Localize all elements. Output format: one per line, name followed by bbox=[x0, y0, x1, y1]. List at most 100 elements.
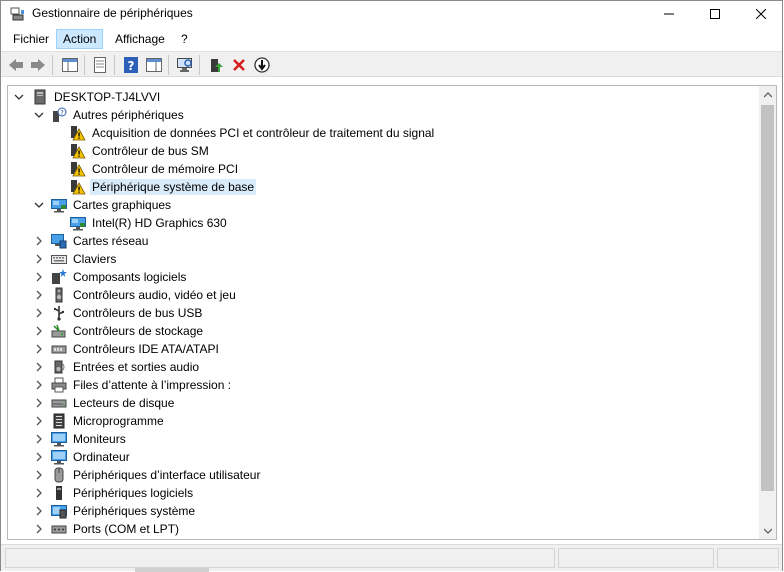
update-driver-button[interactable] bbox=[206, 55, 226, 75]
tree-item[interactable]: Composants logiciels bbox=[36, 268, 188, 286]
uninstall-device-icon bbox=[233, 59, 245, 71]
action-pane-icon bbox=[146, 58, 162, 72]
firmware-icon bbox=[51, 413, 67, 429]
tree-root[interactable]: DESKTOP-TJ4LVVI bbox=[14, 88, 162, 106]
tree-item[interactable]: Périphériques logiciels bbox=[36, 484, 195, 502]
tree-item[interactable]: ? Autres périphériques bbox=[34, 106, 186, 124]
menu-fichier[interactable]: Fichier bbox=[7, 29, 55, 49]
menu-bar: Fichier Action Affichage ? bbox=[1, 28, 782, 50]
maximize-icon bbox=[710, 9, 720, 19]
printer-icon bbox=[51, 377, 67, 393]
warning-device-icon bbox=[70, 179, 86, 195]
chevron-right-icon[interactable] bbox=[34, 398, 44, 408]
tree-item[interactable]: Intel(R) HD Graphics 630 bbox=[70, 214, 229, 232]
disk-drive-icon bbox=[51, 395, 67, 411]
monitor-icon bbox=[51, 431, 67, 447]
svg-text:?: ? bbox=[60, 109, 64, 117]
scroll-down-button[interactable] bbox=[759, 522, 776, 539]
usb-icon bbox=[51, 305, 67, 321]
tree-item[interactable]: Périphériques d’interface utilisateur bbox=[36, 466, 262, 484]
close-button[interactable] bbox=[738, 1, 784, 27]
tree-item[interactable]: Microprogramme bbox=[36, 412, 166, 430]
chevron-right-icon[interactable] bbox=[34, 488, 44, 498]
chevron-right-icon[interactable] bbox=[34, 236, 44, 246]
chevron-right-icon[interactable] bbox=[34, 452, 44, 462]
chevron-right-icon[interactable] bbox=[34, 344, 44, 354]
minimize-button[interactable] bbox=[646, 1, 692, 27]
menu-affichage[interactable]: Affichage bbox=[109, 29, 171, 49]
scan-hardware-button[interactable] bbox=[175, 55, 195, 75]
scrollbar-thumb[interactable] bbox=[761, 105, 774, 491]
tree-item[interactable]: Moniteurs bbox=[36, 430, 128, 448]
chevron-right-icon[interactable] bbox=[34, 470, 44, 480]
tree-item-label: Contrôleurs IDE ATA/ATAPI bbox=[73, 342, 219, 356]
chevron-right-icon[interactable] bbox=[34, 380, 44, 390]
scroll-up-button[interactable] bbox=[759, 86, 776, 103]
toolbar-separator bbox=[114, 55, 115, 75]
tree-item[interactable]: Contrôleurs de bus USB bbox=[36, 304, 204, 322]
tree-item-label: Claviers bbox=[73, 252, 117, 266]
svg-text:?: ? bbox=[128, 59, 135, 73]
tree-item[interactable]: Ordinateur bbox=[36, 448, 132, 466]
tree-item[interactable]: Périphériques système bbox=[36, 502, 197, 520]
chevron-down-icon[interactable] bbox=[34, 200, 44, 210]
tree-item[interactable]: Claviers bbox=[36, 250, 118, 268]
back-arrow-icon bbox=[9, 59, 23, 71]
chevron-right-icon[interactable] bbox=[34, 524, 44, 534]
toolbar-separator bbox=[168, 55, 169, 75]
help-icon: ? bbox=[124, 57, 138, 73]
chevron-right-icon[interactable] bbox=[34, 308, 44, 318]
tree-item-label: Périphériques logiciels bbox=[73, 486, 194, 500]
tree-item[interactable]: Lecteurs de disque bbox=[36, 394, 176, 412]
help-button[interactable]: ? bbox=[121, 55, 141, 75]
warning-device-icon bbox=[70, 161, 86, 177]
unknown-device-icon: ? bbox=[51, 107, 67, 123]
vertical-scrollbar[interactable] bbox=[759, 86, 776, 539]
tree-item[interactable]: Contrôleurs IDE ATA/ATAPI bbox=[36, 340, 221, 358]
uninstall-device-button[interactable] bbox=[229, 55, 249, 75]
tree-item[interactable]: Contrôleur de bus SM bbox=[70, 142, 211, 160]
tree-item-label: Lecteurs de disque bbox=[73, 396, 175, 410]
properties-button[interactable] bbox=[90, 55, 110, 75]
tree-item[interactable]: Acquisition de données PCI et contrôleur… bbox=[70, 124, 436, 142]
tree-item[interactable]: Périphérique système de base bbox=[70, 178, 257, 196]
tree-item[interactable]: Contrôleurs audio, vidéo et jeu bbox=[36, 286, 238, 304]
tree-item[interactable]: Files d’attente à l’impression : bbox=[36, 376, 233, 394]
device-tree: DESKTOP-TJ4LVVI ? Autres périphériques Acq… bbox=[8, 86, 760, 539]
display-adapter-icon bbox=[51, 197, 67, 213]
menu-action[interactable]: Action bbox=[56, 29, 104, 49]
chevron-down-icon[interactable] bbox=[34, 110, 44, 120]
storage-controller-icon bbox=[51, 323, 67, 339]
status-panel-3 bbox=[717, 548, 779, 568]
tree-item[interactable]: Cartes réseau bbox=[36, 232, 150, 250]
status-panel-2 bbox=[558, 548, 714, 568]
ide-icon bbox=[51, 341, 67, 357]
tree-item[interactable]: Entrées et sorties audio bbox=[36, 358, 201, 376]
maximize-button[interactable] bbox=[692, 1, 738, 27]
show-hide-console-tree-button[interactable] bbox=[60, 55, 80, 75]
forward-button[interactable] bbox=[28, 55, 48, 75]
title-bar[interactable]: Gestionnaire de périphériques bbox=[1, 1, 782, 27]
chevron-right-icon[interactable] bbox=[34, 416, 44, 426]
action-pane-button[interactable] bbox=[144, 55, 164, 75]
software-device-icon bbox=[51, 485, 67, 501]
chevron-right-icon[interactable] bbox=[34, 254, 44, 264]
toolbar-separator bbox=[199, 55, 200, 75]
chevron-right-icon[interactable] bbox=[34, 506, 44, 516]
tree-item[interactable]: Contrôleurs de stockage bbox=[36, 322, 205, 340]
minimize-icon bbox=[664, 13, 674, 15]
tree-item[interactable]: Contrôleur de mémoire PCI bbox=[70, 160, 240, 178]
chevron-right-icon[interactable] bbox=[34, 290, 44, 300]
disable-device-button[interactable] bbox=[252, 55, 272, 75]
tree-item-label: Contrôleurs de bus USB bbox=[73, 306, 203, 320]
chevron-right-icon[interactable] bbox=[34, 326, 44, 336]
menu-help[interactable]: ? bbox=[175, 29, 194, 49]
tree-item[interactable]: Cartes graphiques bbox=[34, 196, 173, 214]
chevron-right-icon[interactable] bbox=[34, 434, 44, 444]
chevron-down-icon[interactable] bbox=[14, 92, 24, 102]
chevron-right-icon[interactable] bbox=[34, 272, 44, 282]
back-button[interactable] bbox=[6, 55, 26, 75]
chevron-right-icon[interactable] bbox=[34, 362, 44, 372]
tree-item[interactable]: Ports (COM et LPT) bbox=[36, 520, 181, 538]
properties-icon bbox=[94, 57, 106, 73]
